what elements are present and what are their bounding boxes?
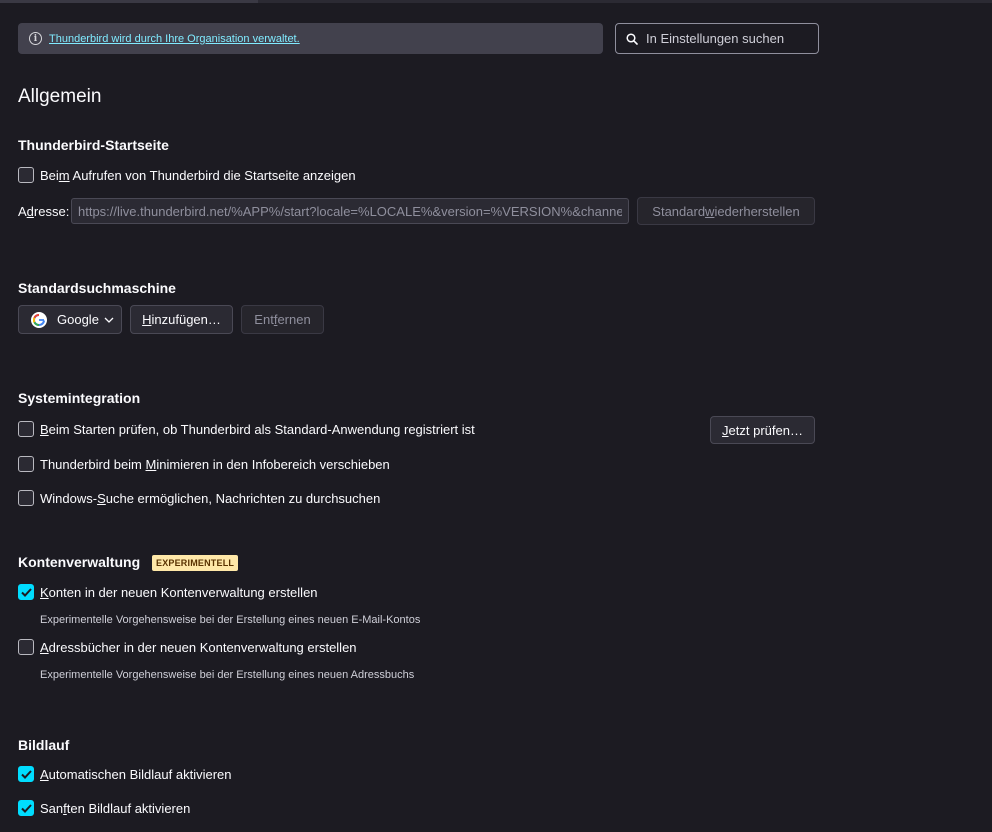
check-now-button[interactable]: Jetzt prüfen… xyxy=(710,416,815,444)
new-accounts-label[interactable]: Konten in der neuen Kontenverwaltung ers… xyxy=(40,585,318,600)
section-title-scrolling: Bildlauf xyxy=(18,737,70,753)
section-title-startpage: Thunderbird-Startseite xyxy=(18,137,169,153)
check-default-checkbox[interactable] xyxy=(18,421,34,437)
info-icon: i xyxy=(29,32,42,45)
restore-default-button[interactable]: Standard w iederherstellen xyxy=(637,197,815,225)
checkmark-icon xyxy=(20,587,32,597)
address-books-description: Experimentelle Vorgehensweise bei der Er… xyxy=(40,669,415,681)
search-icon xyxy=(626,32,638,45)
show-startpage-checkbox[interactable] xyxy=(18,167,34,183)
settings-search-box[interactable] xyxy=(615,23,819,54)
minimize-tray-option[interactable]: Thunderbird beim Minimieren in den Infob… xyxy=(18,456,390,472)
address-label: Adresse: xyxy=(18,204,70,219)
smooth-scroll-option[interactable]: Sanften Bildlauf aktivieren xyxy=(18,800,190,816)
google-logo-icon xyxy=(31,311,47,328)
section-title-system: Systemintegration xyxy=(18,390,141,406)
settings-search-input[interactable] xyxy=(646,31,806,46)
windows-search-label[interactable]: Windows-Suche ermöglichen, Nachrichten z… xyxy=(40,491,380,506)
checkmark-icon xyxy=(20,769,32,779)
windows-search-checkbox[interactable] xyxy=(18,490,34,506)
autoscroll-label[interactable]: Automatischen Bildlauf aktivieren xyxy=(40,767,232,782)
page-title: Allgemein xyxy=(18,86,102,107)
policy-banner: i Thunderbird wird durch Ihre Organisati… xyxy=(18,23,603,54)
address-books-option[interactable]: Adressbücher in der neuen Kontenverwaltu… xyxy=(18,639,357,655)
check-default-option[interactable]: Beim Starten prüfen, ob Thunderbird als … xyxy=(18,421,475,437)
smooth-scroll-checkbox[interactable] xyxy=(18,800,34,816)
new-accounts-option[interactable]: Konten in der neuen Kontenverwaltung ers… xyxy=(18,584,318,600)
address-books-checkbox[interactable] xyxy=(18,639,34,655)
top-tab-strip xyxy=(0,0,992,3)
chevron-down-icon xyxy=(104,317,114,323)
autoscroll-checkbox[interactable] xyxy=(18,766,34,782)
show-startpage-label[interactable]: Beim Aufrufen von Thunderbird die Starts… xyxy=(40,168,356,183)
remove-search-engine-button[interactable]: Ent f ernen xyxy=(241,305,324,334)
experimental-badge: EXPERIMENTELL xyxy=(152,555,239,571)
active-tab-indicator xyxy=(0,0,258,3)
autoscroll-option[interactable]: Automatischen Bildlauf aktivieren xyxy=(18,766,232,782)
add-search-engine-button[interactable]: Hinzufügen… xyxy=(130,305,233,334)
section-title-search-engine: Standardsuchmaschine xyxy=(18,280,176,296)
new-accounts-description: Experimentelle Vorgehensweise bei der Er… xyxy=(40,614,421,626)
policy-link[interactable]: Thunderbird wird durch Ihre Organisation… xyxy=(49,33,300,45)
section-title-accounts: Kontenverwaltung xyxy=(18,554,141,570)
address-books-label[interactable]: Adressbücher in der neuen Kontenverwaltu… xyxy=(40,640,357,655)
minimize-tray-label[interactable]: Thunderbird beim Minimieren in den Infob… xyxy=(40,457,390,472)
search-engine-selected: Google xyxy=(57,312,99,327)
search-engine-dropdown[interactable]: Google xyxy=(18,305,122,334)
new-accounts-checkbox[interactable] xyxy=(18,584,34,600)
windows-search-option[interactable]: Windows-Suche ermöglichen, Nachrichten z… xyxy=(18,490,380,506)
smooth-scroll-label[interactable]: Sanften Bildlauf aktivieren xyxy=(40,801,190,816)
show-startpage-option[interactable]: Beim Aufrufen von Thunderbird die Starts… xyxy=(18,167,356,183)
check-default-label[interactable]: Beim Starten prüfen, ob Thunderbird als … xyxy=(40,422,475,437)
startpage-address-field[interactable] xyxy=(71,198,629,224)
checkmark-icon xyxy=(20,803,32,813)
minimize-tray-checkbox[interactable] xyxy=(18,456,34,472)
